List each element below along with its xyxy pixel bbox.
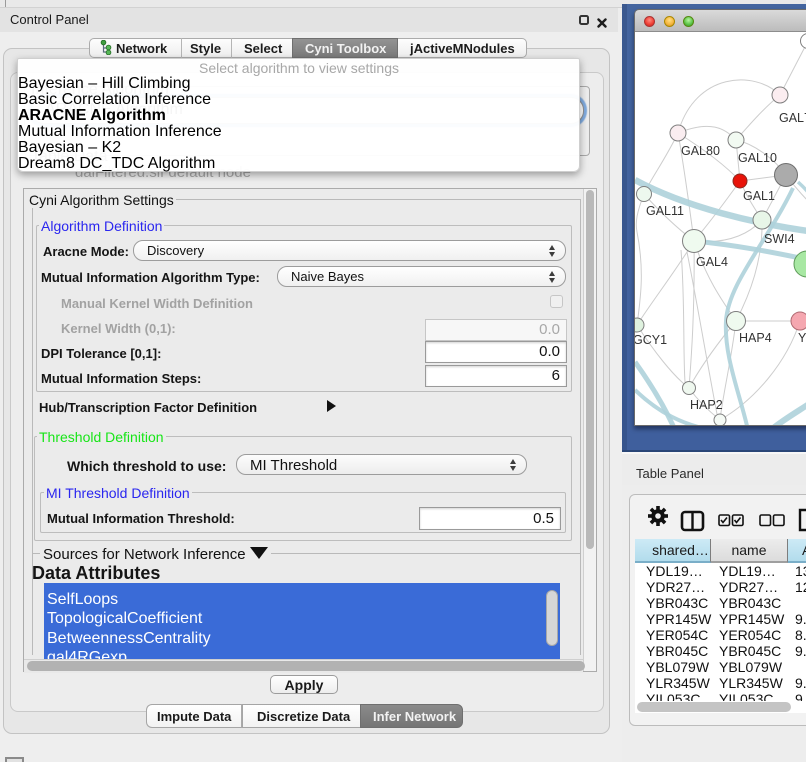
svg-text:GAL80: GAL80 — [681, 144, 720, 158]
svg-text:HAP4: HAP4 — [739, 331, 772, 345]
svg-text:GAL1: GAL1 — [743, 189, 775, 203]
svg-text:GAL10: GAL10 — [738, 151, 777, 165]
svg-text:Y: Y — [798, 331, 806, 345]
svg-text:HAP2: HAP2 — [690, 398, 723, 412]
svg-text:GAL4: GAL4 — [696, 255, 728, 269]
svg-text:GAL7: GAL7 — [779, 111, 806, 125]
svg-text:SWI4: SWI4 — [764, 232, 795, 246]
svg-text:GAL11: GAL11 — [646, 204, 684, 218]
svg-text:GCY1: GCY1 — [635, 333, 667, 347]
